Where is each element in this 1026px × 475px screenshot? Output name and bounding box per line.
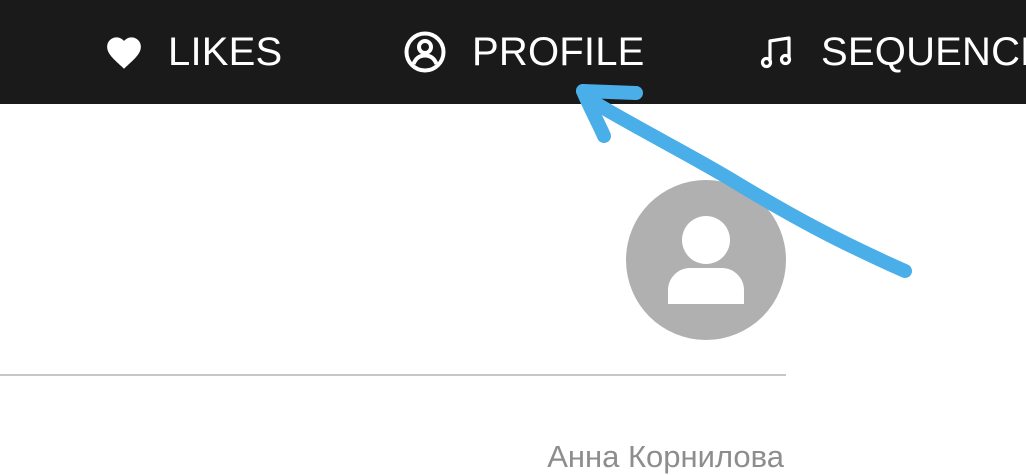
tab-profile-label: PROFILE bbox=[472, 30, 645, 74]
avatar[interactable] bbox=[626, 180, 786, 340]
top-nav-bar: LIKES PROFILE SEQUENCE bbox=[0, 0, 1026, 104]
tab-likes-label: LIKES bbox=[168, 30, 283, 74]
profile-divider bbox=[0, 374, 786, 376]
music-note-icon bbox=[759, 34, 795, 70]
user-circle-icon bbox=[404, 31, 446, 73]
tab-likes[interactable]: LIKES bbox=[104, 0, 282, 104]
tab-sequence-label: SEQUENCE bbox=[821, 30, 1026, 74]
profile-name: Анна Корнилова bbox=[547, 439, 784, 474]
heart-icon bbox=[104, 34, 144, 70]
user-silhouette-icon bbox=[668, 216, 744, 304]
tab-sequence[interactable]: SEQUENCE bbox=[759, 0, 1026, 104]
tab-profile[interactable]: PROFILE bbox=[404, 0, 645, 104]
